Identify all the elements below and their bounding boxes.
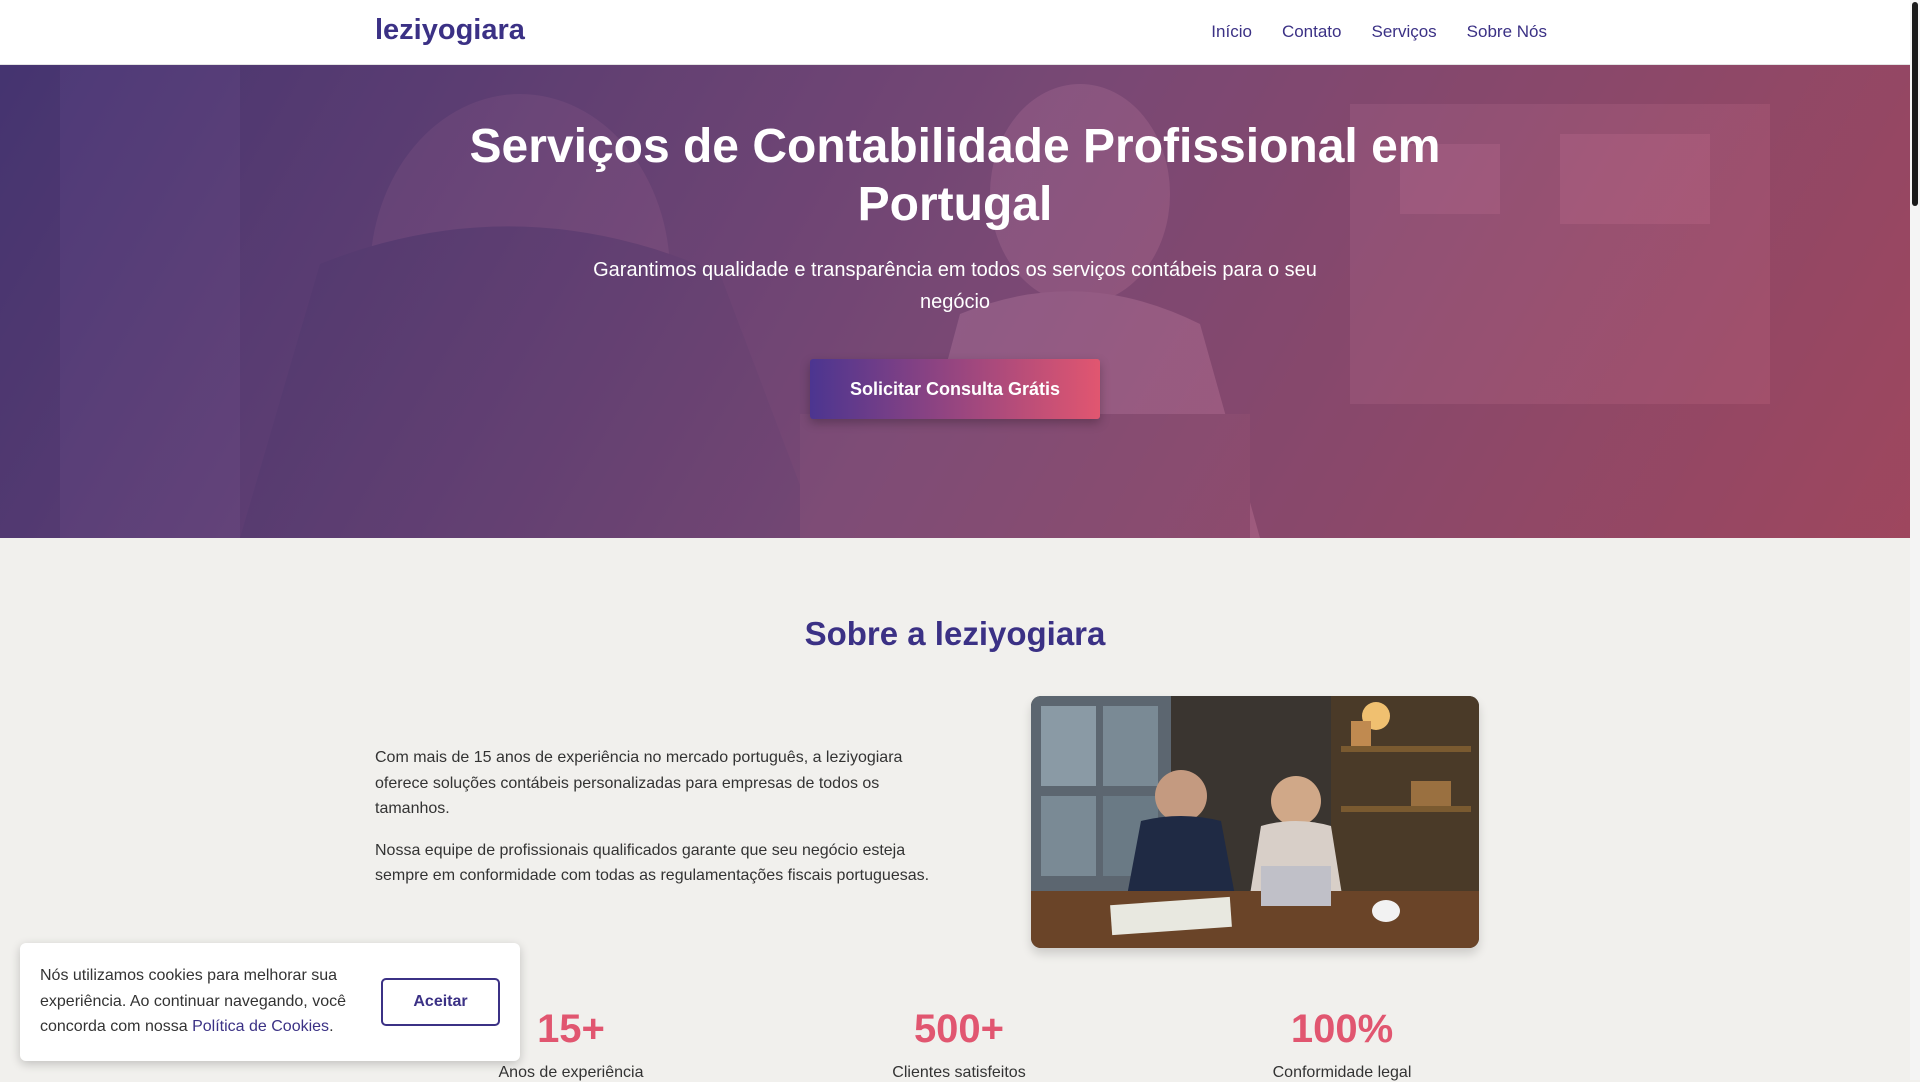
request-consultation-button[interactable]: Solicitar Consulta Grátis [810, 359, 1100, 419]
stat-value: 500+ [913, 1007, 1005, 1051]
site-header: leziyogiara Início Contato Serviços Sobr… [0, 0, 1910, 65]
nav-link-sobre-nos[interactable]: Sobre Nós [1467, 22, 1547, 42]
site-logo[interactable]: leziyogiara [375, 14, 525, 47]
about-section-title: Sobre a leziyogiara [804, 615, 1106, 652]
cookie-text-suffix: . [329, 1018, 334, 1035]
stat-label: Conformidade legal [1272, 1064, 1412, 1081]
about-office-image [1031, 696, 1479, 948]
main-nav: Início Contato Serviços Sobre Nós [1211, 22, 1547, 42]
scrollbar-thumb[interactable] [1912, 2, 1918, 206]
stat-compliance: 100% Conformidade legal [1192, 1007, 1492, 1082]
about-text: Com mais de 15 anos de experiência no me… [375, 745, 940, 905]
cookie-banner: Nós utilizamos cookies para melhorar sua… [20, 943, 520, 1061]
cookie-policy-link[interactable]: Política de Cookies [192, 1018, 329, 1035]
stat-value: 100% [1290, 1007, 1394, 1051]
nav-link-inicio[interactable]: Início [1211, 22, 1252, 42]
cookie-message: Nós utilizamos cookies para melhorar sua… [40, 963, 360, 1040]
stat-label: Clientes satisfeitos [892, 1064, 1026, 1081]
about-paragraph: Com mais de 15 anos de experiência no me… [375, 749, 903, 817]
hero-section: Serviços de Contabilidade Profissional e… [0, 64, 1910, 538]
office-meeting-illustration [1031, 696, 1479, 948]
stat-clients: 500+ Clientes satisfeitos [809, 1007, 1109, 1082]
nav-link-servicos[interactable]: Serviços [1371, 22, 1436, 42]
hero-title: Serviços de Contabilidade Profissional e… [469, 120, 1441, 231]
accept-cookies-button[interactable]: Aceitar [381, 978, 500, 1026]
hero-subtitle: Garantimos qualidade e transparência em … [593, 259, 1317, 313]
stat-label: Anos de experiência [498, 1064, 644, 1081]
nav-link-contato[interactable]: Contato [1282, 22, 1342, 42]
about-paragraph: Nossa equipe de profissionais qualificad… [375, 841, 930, 885]
vertical-scrollbar[interactable] [1910, 0, 1920, 1080]
